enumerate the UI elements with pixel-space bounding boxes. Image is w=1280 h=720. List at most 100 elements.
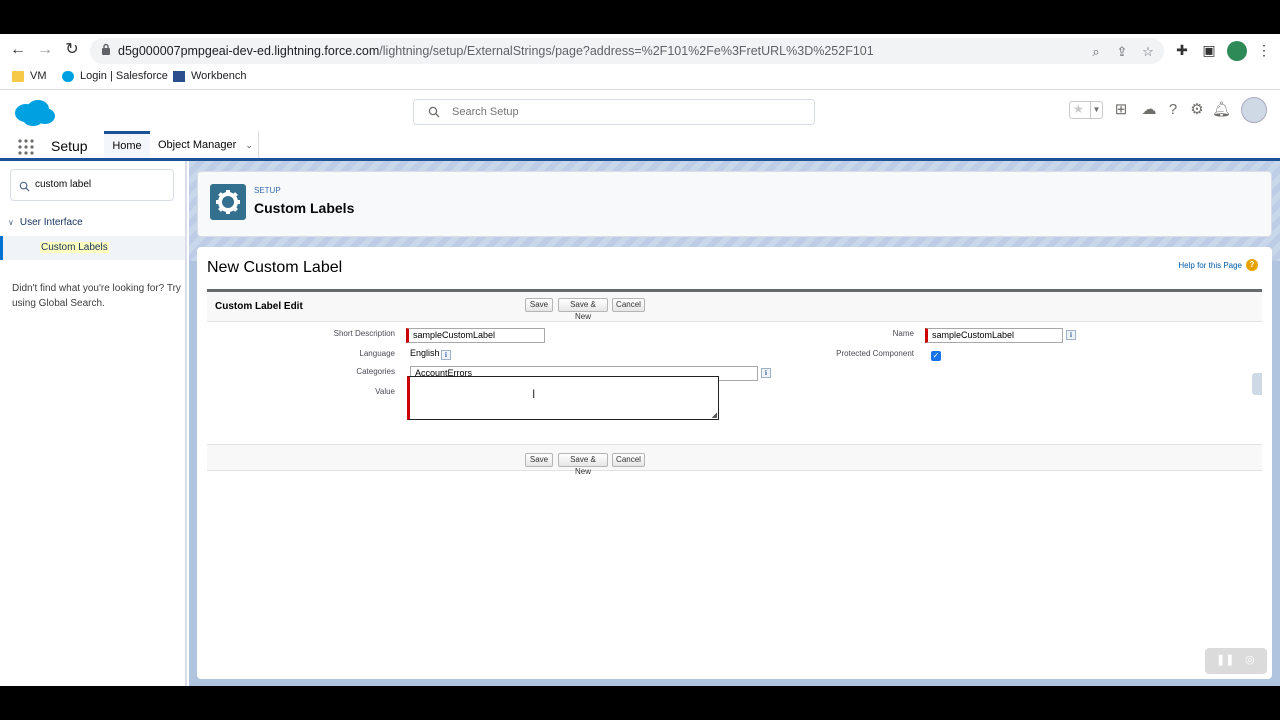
info-icon[interactable]: i bbox=[441, 350, 451, 360]
tab-object-manager[interactable]: Object Manager ⌄ bbox=[158, 131, 253, 158]
global-actions-icon[interactable]: ⊞ bbox=[1112, 101, 1130, 119]
save-button-bottom[interactable]: Save bbox=[525, 453, 553, 467]
save-and-new-button[interactable]: Save & New bbox=[558, 298, 608, 321]
info-icon[interactable]: i bbox=[761, 368, 771, 378]
search-input[interactable] bbox=[452, 104, 792, 120]
cancel-button[interactable]: Cancel bbox=[612, 298, 645, 312]
extensions-icon[interactable]: ✚ bbox=[1174, 42, 1190, 58]
custom-label-edit-block: Custom Label Edit Save Save & New Cancel… bbox=[207, 289, 1262, 476]
url-path: /lightning/setup/ExternalStrings/page?ad… bbox=[379, 44, 874, 58]
salesforce-logo[interactable] bbox=[12, 98, 56, 128]
help-icon: ? bbox=[1246, 259, 1258, 271]
app-name: Setup bbox=[51, 138, 88, 154]
cancel-button-bottom[interactable]: Cancel bbox=[612, 453, 645, 467]
chevron-down-icon[interactable]: ⌄ bbox=[245, 140, 253, 150]
salesforce-cloud-icon bbox=[62, 70, 74, 82]
info-icon[interactable]: i bbox=[1066, 330, 1076, 340]
bell-icon[interactable]: 🔔︎ bbox=[1212, 101, 1231, 119]
share-icon[interactable]: ⇪ bbox=[1114, 44, 1130, 60]
star-icon: ★ bbox=[1073, 102, 1084, 116]
language-label: Language bbox=[359, 349, 395, 358]
tree-group-label: User Interface bbox=[19, 217, 83, 228]
help-link[interactable]: Help for this Page ? bbox=[1178, 259, 1258, 271]
bookmark-star-icon[interactable]: ☆ bbox=[1140, 44, 1156, 60]
bookmark-salesforce-login[interactable]: Login | Salesforce bbox=[62, 70, 168, 82]
page-eyebrow: SETUP bbox=[254, 186, 281, 195]
short-description-field[interactable]: sampleCustomLabel bbox=[406, 328, 545, 343]
browser-toolbar: ← → ↻ d5g000007pmpgeai-dev-ed.lightning.… bbox=[0, 34, 1280, 66]
pause-icon[interactable]: ❚❚ bbox=[1216, 653, 1234, 666]
zoom-icon[interactable]: ⌕ bbox=[1088, 44, 1104, 60]
help-link-label: Help for this Page bbox=[1178, 260, 1242, 270]
quick-find-box[interactable] bbox=[10, 169, 174, 201]
quick-find-input[interactable] bbox=[35, 179, 165, 190]
tree-group-user-interface[interactable]: ∨ User Interface bbox=[8, 217, 83, 228]
side-panel-toggle[interactable] bbox=[1252, 373, 1262, 395]
tab-home[interactable]: Home bbox=[104, 131, 150, 158]
video-letterbox-top bbox=[0, 0, 1280, 34]
main-region: SETUP Custom Labels New Custom Label Hel… bbox=[189, 161, 1280, 686]
reload-icon[interactable]: ↻ bbox=[62, 40, 82, 60]
side-panel-icon[interactable]: ▣ bbox=[1201, 42, 1217, 58]
url-text: d5g000007pmpgeai-dev-ed.lightning.force.… bbox=[118, 44, 874, 58]
url-host: d5g000007pmpgeai-dev-ed.lightning.force.… bbox=[118, 44, 380, 58]
search-icon bbox=[428, 106, 440, 118]
bookmark-label: Workbench bbox=[191, 70, 247, 82]
address-bar[interactable]: d5g000007pmpgeai-dev-ed.lightning.force.… bbox=[90, 38, 1164, 64]
tab-label: Object Manager bbox=[158, 139, 237, 151]
chevron-down-icon[interactable]: ▼ bbox=[1090, 102, 1102, 118]
tab-divider bbox=[258, 131, 259, 158]
form-fields: Short Description sampleCustomLabel Lang… bbox=[207, 321, 1262, 445]
setup-search-box[interactable] bbox=[413, 99, 815, 125]
bookmark-label: VM bbox=[30, 70, 47, 82]
help-icon[interactable]: ? bbox=[1164, 101, 1182, 119]
block-title: Custom Label Edit bbox=[215, 301, 303, 312]
lock-icon bbox=[102, 43, 110, 55]
text-cursor-icon: I bbox=[532, 387, 536, 401]
value-label: Value bbox=[375, 387, 395, 396]
sidebar-item-custom-labels[interactable]: Custom Labels bbox=[0, 236, 185, 260]
language-value: English bbox=[410, 348, 440, 358]
search-hint: Didn't find what you're looking for? Try… bbox=[12, 283, 181, 309]
profile-avatar[interactable] bbox=[1227, 41, 1247, 61]
gear-icon[interactable]: ⚙ bbox=[1188, 101, 1206, 119]
recording-controls: ❚❚ ◎ bbox=[1205, 648, 1267, 674]
setup-gear-icon bbox=[210, 184, 246, 220]
name-label: Name bbox=[892, 329, 914, 338]
form-heading: New Custom Label bbox=[207, 259, 343, 276]
bookmark-workbench[interactable]: Workbench bbox=[173, 70, 246, 82]
page-title: Custom Labels bbox=[254, 200, 355, 216]
protected-component-label: Protected Component bbox=[836, 349, 914, 358]
browser-window: ← → ↻ d5g000007pmpgeai-dev-ed.lightning.… bbox=[0, 34, 1280, 686]
back-icon[interactable]: ← bbox=[8, 40, 28, 60]
content-panel: New Custom Label Help for this Page ? Cu… bbox=[197, 247, 1272, 679]
bookmarks-bar: VM Login | Salesforce Workbench bbox=[0, 66, 1280, 90]
sidebar-item-label: Custom Labels bbox=[40, 242, 109, 253]
trailhead-icon[interactable]: ☁ bbox=[1140, 101, 1158, 119]
protected-component-checkbox[interactable]: ✓ bbox=[931, 351, 941, 361]
bookmark-vm[interactable]: VM bbox=[12, 70, 47, 82]
chevron-down-icon: ∨ bbox=[8, 218, 14, 227]
search-icon bbox=[19, 181, 30, 192]
app-launcher-icon[interactable] bbox=[18, 139, 34, 155]
save-button[interactable]: Save bbox=[525, 298, 553, 312]
resize-handle-icon[interactable]: ◢ bbox=[712, 411, 717, 419]
value-textarea[interactable]: I ◢ bbox=[407, 376, 719, 420]
user-avatar[interactable] bbox=[1241, 97, 1267, 123]
tab-label: Home bbox=[112, 140, 142, 152]
name-field[interactable]: sampleCustomLabel bbox=[925, 328, 1063, 343]
short-description-label: Short Description bbox=[333, 329, 395, 338]
webcam-icon[interactable]: ◎ bbox=[1245, 653, 1255, 666]
forward-icon[interactable]: → bbox=[35, 40, 55, 60]
save-and-new-button-bottom[interactable]: Save & New bbox=[558, 453, 608, 476]
page-header: SETUP Custom Labels bbox=[197, 171, 1272, 237]
browser-menu-icon[interactable]: ⋮ bbox=[1256, 42, 1272, 58]
global-header: ★ ▼ ⊞ ☁ ? ⚙ 🔔︎ bbox=[0, 91, 1280, 131]
bookmark-label: Login | Salesforce bbox=[80, 70, 168, 82]
folder-icon bbox=[12, 70, 24, 82]
video-letterbox-bottom bbox=[0, 686, 1280, 720]
workbench-icon bbox=[173, 70, 185, 82]
categories-label: Categories bbox=[356, 367, 395, 376]
app-nav-bar: Setup Home Object Manager ⌄ bbox=[0, 131, 1280, 161]
favorites-button[interactable]: ★ ▼ bbox=[1069, 101, 1103, 119]
